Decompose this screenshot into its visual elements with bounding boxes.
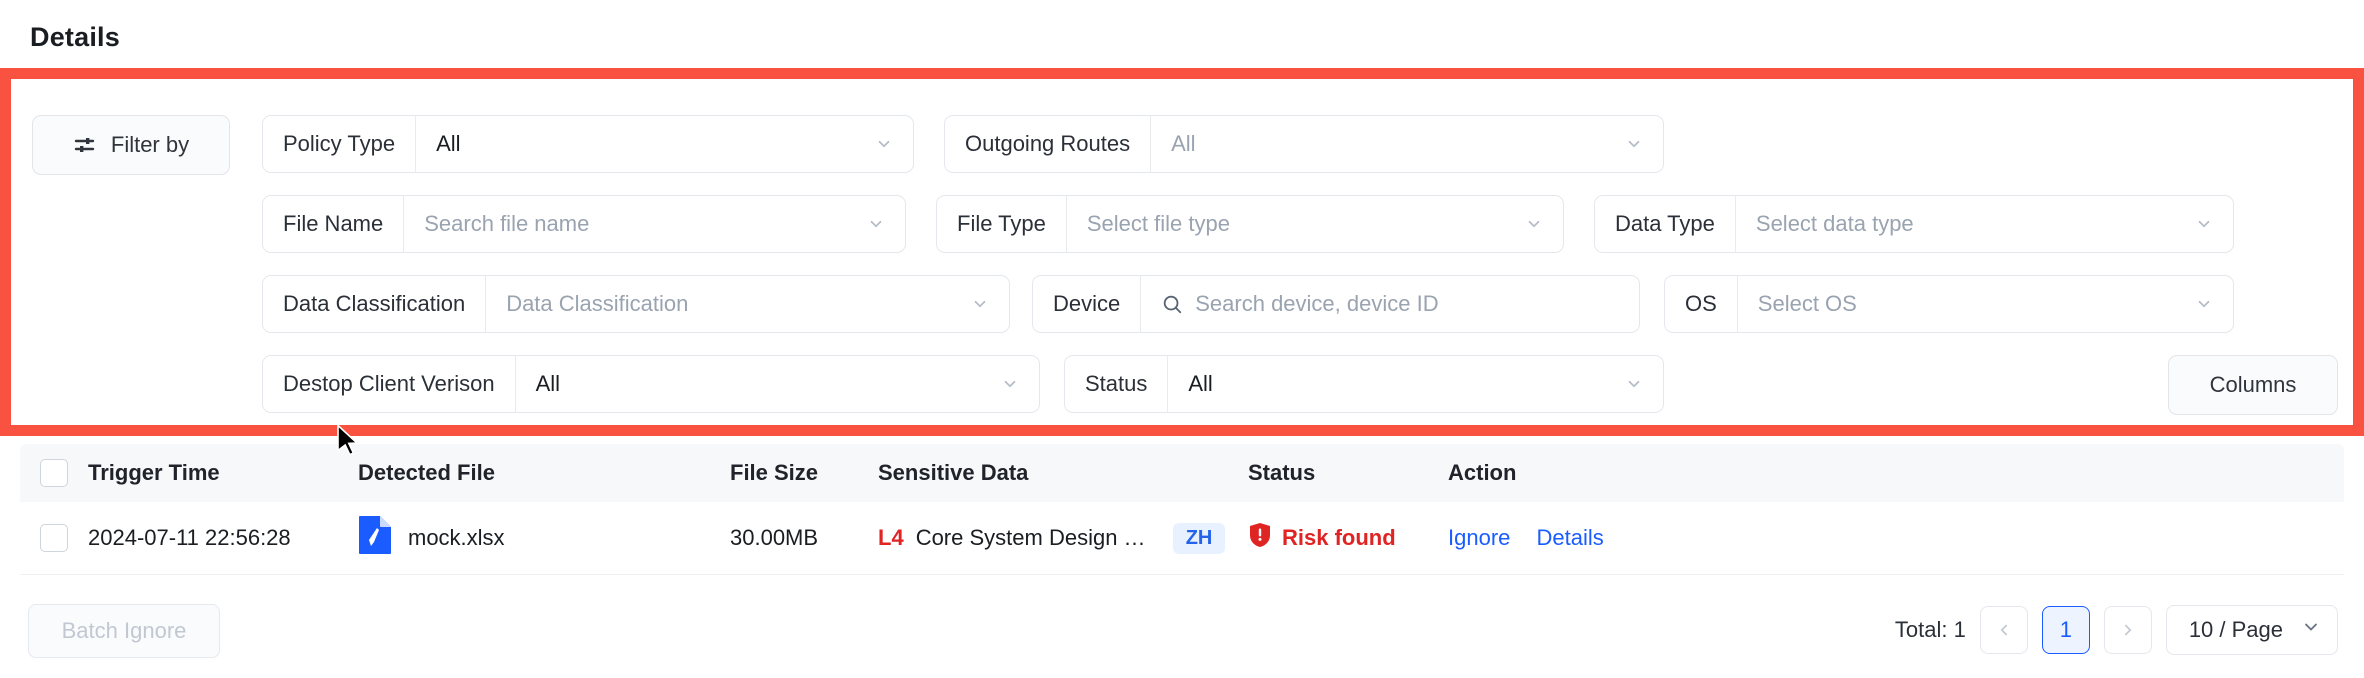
details-link[interactable]: Details [1537, 525, 1604, 550]
chevron-left-icon [2000, 624, 2007, 636]
chevron-down-icon [2195, 215, 2213, 233]
columns-button[interactable]: Columns [2168, 355, 2338, 415]
filter-os-value[interactable]: Select OS [1738, 276, 2233, 332]
filter-file-type[interactable]: File Type Select file type [936, 195, 1564, 253]
filter-desktop-client-version[interactable]: Destop Client Verison All [262, 355, 1040, 413]
filter-status-label: Status [1065, 356, 1169, 412]
column-header-detected-file: Detected File [358, 460, 495, 485]
select-all-checkbox-cell [20, 459, 88, 487]
chevron-right-icon [2124, 624, 2132, 636]
column-header-action: Action [1448, 460, 1517, 485]
pagination-prev-button[interactable] [1979, 606, 2028, 654]
chevron-down-icon [971, 295, 989, 313]
cell-detected-file-name: mock.xlsx [408, 525, 505, 550]
select-all-checkbox[interactable] [40, 459, 68, 487]
chevron-down-icon [875, 135, 893, 153]
filter-data-type-label: Data Type [1595, 196, 1736, 252]
table-header-row: Trigger Time Detected File File Size Sen… [20, 444, 2344, 502]
pagination: Total: 1 1 10 / Page [1895, 604, 2338, 656]
filter-file-name-label: File Name [263, 196, 405, 252]
cell-status: Risk found [1248, 522, 1448, 554]
filter-data-classification-value[interactable]: Data Classification [486, 276, 1009, 332]
cell-detected-file: mock.xlsx [358, 515, 730, 561]
document-pen-icon [358, 515, 392, 561]
cell-file-size: 30.00MB [730, 525, 819, 550]
pagination-total: Total: 1 [1894, 617, 1966, 642]
filter-status-value[interactable]: All [1168, 356, 1663, 412]
filter-policy-type[interactable]: Policy Type All [262, 115, 914, 173]
chevron-down-icon [1525, 215, 1543, 233]
status-text: Risk found [1282, 525, 1396, 550]
filter-desktop-client-version-value[interactable]: All [516, 356, 1039, 412]
row-checkbox-cell [20, 524, 88, 552]
page-size-select[interactable]: 10 / Page [2165, 605, 2338, 655]
filter-data-classification-label: Data Classification [263, 276, 487, 332]
language-badge: ZH [1172, 522, 1226, 554]
search-icon [1161, 293, 1183, 315]
filter-file-name-input[interactable]: Search file name [404, 196, 905, 252]
filter-device[interactable]: Device Search device, device ID [1032, 275, 1640, 333]
table-row: 2024-07-11 22:56:28 mock.xlsx 30.00MB L4… [20, 502, 2344, 575]
column-header-sensitive-data: Sensitive Data [878, 460, 1029, 485]
column-header-status: Status [1248, 460, 1316, 485]
chevron-down-icon [2301, 617, 2321, 643]
filter-row-4: Destop Client Verison All Status All [0, 355, 2364, 413]
filter-status[interactable]: Status All [1064, 355, 1664, 413]
filter-device-input[interactable]: Search device, device ID [1141, 276, 1639, 332]
filter-outgoing-routes[interactable]: Outgoing Routes All [944, 115, 1664, 173]
sensitivity-level-badge: L4 [878, 525, 904, 550]
results-table: Trigger Time Detected File File Size Sen… [20, 444, 2344, 575]
pagination-page-1[interactable]: 1 [2041, 606, 2090, 654]
filter-data-classification[interactable]: Data Classification Data Classification [262, 275, 1010, 333]
filter-file-name[interactable]: File Name Search file name [262, 195, 906, 253]
chevron-down-icon [1625, 375, 1643, 393]
sensitive-data-text: Core System Design Document… [915, 525, 1161, 550]
cell-action: Ignore Details [1448, 525, 2344, 551]
mouse-cursor [336, 423, 362, 465]
filter-row-1: Policy Type All Outgoing Routes All [0, 115, 2364, 173]
filter-device-placeholder: Search device, device ID [1195, 291, 1439, 316]
batch-ignore-button[interactable]: Batch Ignore [28, 604, 220, 658]
filter-data-type-value[interactable]: Select data type [1736, 196, 2233, 252]
filter-outgoing-routes-value[interactable]: All [1151, 116, 1663, 172]
ignore-link[interactable]: Ignore [1448, 525, 1510, 550]
filter-panel: Filter by Policy Type All Outgoing Route… [0, 73, 2364, 431]
shield-alert-icon [1248, 522, 1272, 554]
chevron-down-icon [2195, 295, 2213, 313]
page-title: Details [30, 22, 120, 52]
filter-desktop-client-version-label: Destop Client Verison [263, 356, 516, 412]
chevron-down-icon [1001, 375, 1019, 393]
filter-row-2: File Name Search file name File Type Sel… [0, 195, 2364, 253]
filter-file-type-label: File Type [937, 196, 1067, 252]
column-header-file-size: File Size [730, 460, 819, 485]
filter-policy-type-value[interactable]: All [416, 116, 913, 172]
page-size-value: 10 / Page [2188, 617, 2283, 642]
chevron-down-icon [867, 215, 885, 233]
filter-file-type-value[interactable]: Select file type [1067, 196, 1563, 252]
status-badge: Risk found [1248, 522, 1448, 554]
pagination-next-button[interactable] [2103, 606, 2152, 654]
cell-sensitive-data: L4 Core System Design Document… ZH [878, 522, 1248, 554]
filter-device-label: Device [1033, 276, 1142, 332]
chevron-down-icon [1625, 135, 1643, 153]
row-checkbox[interactable] [40, 524, 68, 552]
filter-os[interactable]: OS Select OS [1664, 275, 2234, 333]
filter-row-3: Data Classification Data Classification … [0, 275, 2364, 333]
filter-policy-type-label: Policy Type [263, 116, 417, 172]
filter-outgoing-routes-label: Outgoing Routes [945, 116, 1152, 172]
cell-trigger-time: 2024-07-11 22:56:28 [88, 525, 291, 550]
column-header-trigger-time: Trigger Time [88, 460, 220, 485]
filter-os-label: OS [1665, 276, 1738, 332]
filter-data-type[interactable]: Data Type Select data type [1594, 195, 2234, 253]
